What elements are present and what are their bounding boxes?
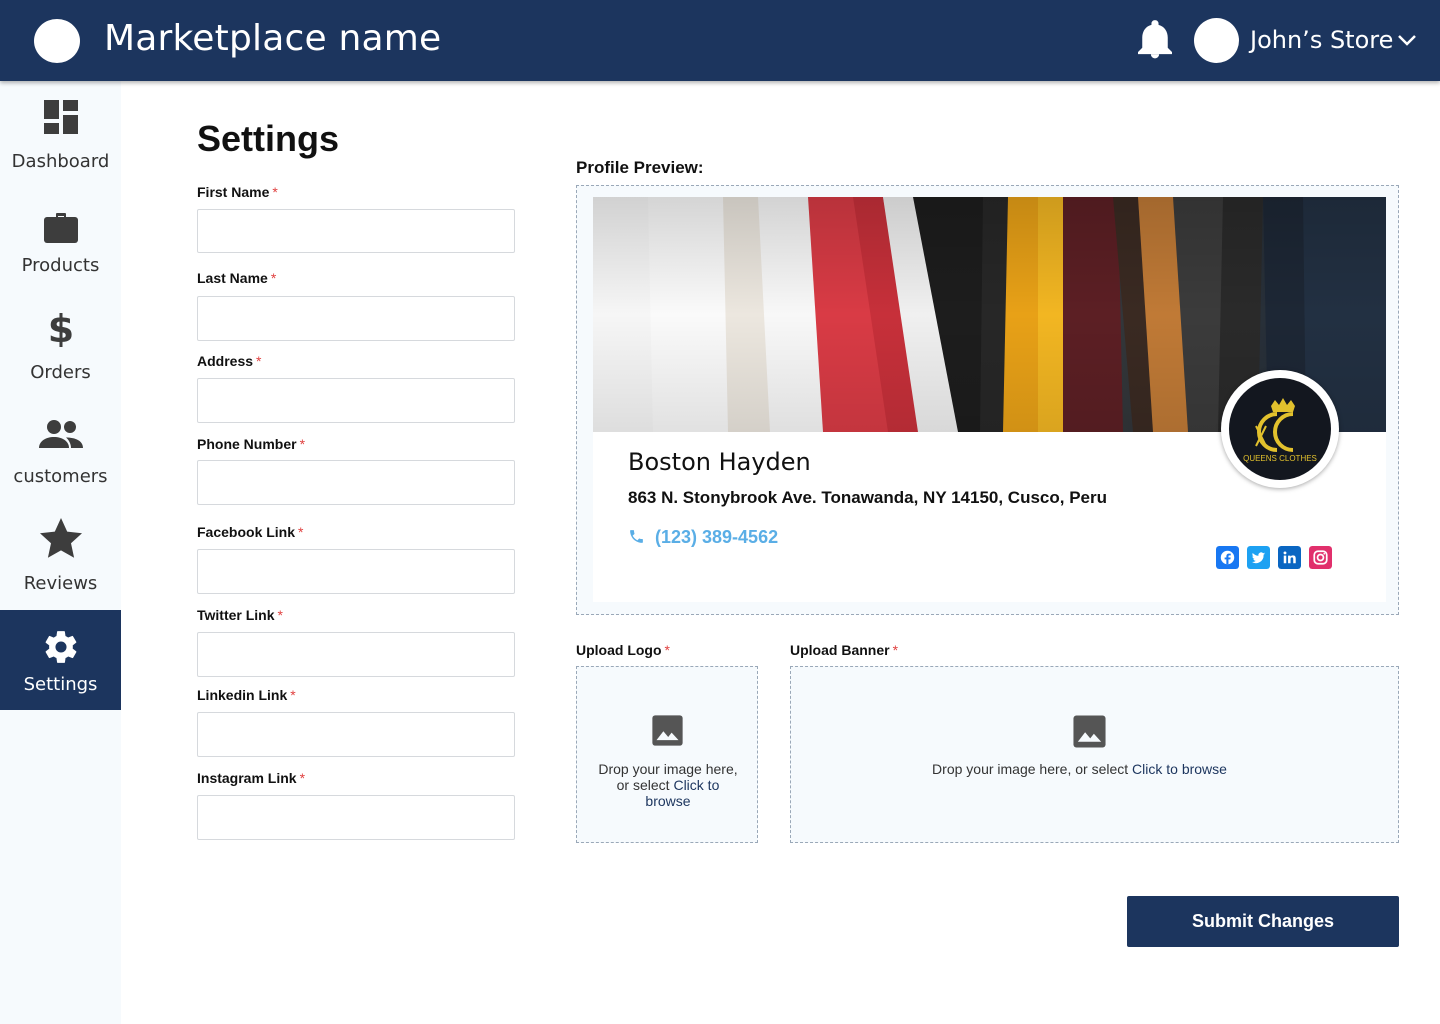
profile-name: Boston Hayden <box>628 448 811 476</box>
first-name-label: First Name * <box>197 184 278 200</box>
sidebar-item-orders[interactable]: $ Orders <box>0 309 121 389</box>
facebook-icon[interactable] <box>1216 546 1239 569</box>
profile-address: 863 N. Stonybrook Ave. Tonawanda, NY 141… <box>628 488 1107 507</box>
sidebar-item-reviews[interactable]: Reviews <box>0 517 121 597</box>
linkedin-link-input[interactable] <box>197 712 515 757</box>
twitter-icon[interactable] <box>1247 546 1270 569</box>
required-marker: * <box>664 642 670 658</box>
top-bar: Marketplace name John’s Store <box>0 0 1440 81</box>
svg-text:$: $ <box>47 309 73 347</box>
store-logo-text: QUEENS CLOTHES <box>1243 454 1317 463</box>
phone-label: Phone Number * <box>197 436 306 452</box>
sidebar-item-customers[interactable]: customers <box>0 419 121 499</box>
upload-banner-text: Drop your image here, or select Click to… <box>932 761 1227 777</box>
browse-link[interactable]: Click to browse <box>1132 761 1227 777</box>
profile-preview-label: Profile Preview: <box>576 158 704 177</box>
twitter-label: Twitter Link * <box>197 607 283 623</box>
sidebar-item-settings[interactable]: Settings <box>0 610 121 710</box>
phone-icon <box>630 530 643 543</box>
upload-logo-label: Upload Logo * <box>576 642 670 658</box>
upload-logo-text: Drop your image here, or select Click to… <box>598 761 738 809</box>
sidebar-item-dashboard[interactable]: Dashboard <box>0 99 121 181</box>
linkedin-icon[interactable] <box>1278 546 1301 569</box>
user-store-name[interactable]: John’s Store <box>1250 26 1393 54</box>
gear-icon <box>45 631 76 663</box>
crown-logo-icon <box>1255 398 1295 452</box>
required-marker: * <box>272 184 278 200</box>
linkedin-label: Linkedin Link * <box>197 687 296 703</box>
image-icon <box>1073 715 1106 748</box>
required-marker: * <box>299 436 306 452</box>
submit-changes-button[interactable]: Submit Changes <box>1127 896 1399 947</box>
sidebar-item-label: Orders <box>30 362 91 383</box>
required-marker: * <box>256 353 262 369</box>
brand-logo[interactable] <box>34 19 80 63</box>
profile-phone: (123) 389-4562 <box>655 527 779 547</box>
star-icon <box>39 518 82 558</box>
page-title: Settings <box>197 118 340 159</box>
instagram-link-input[interactable] <box>197 795 515 840</box>
instagram-label: Instagram Link * <box>197 770 306 786</box>
user-avatar[interactable] <box>1194 18 1239 63</box>
facebook-label: Facebook Link * <box>197 524 304 540</box>
last-name-label: Last Name * <box>197 270 277 286</box>
store-logo-image: QUEENS CLOTHES <box>1229 378 1331 480</box>
people-icon <box>38 420 83 448</box>
required-marker: * <box>298 524 304 540</box>
sidebar-item-label: customers <box>13 466 108 487</box>
sidebar-item-label: Settings <box>23 674 98 695</box>
upload-logo-dropzone[interactable]: Drop your image here, or select Click to… <box>576 666 758 843</box>
image-icon <box>652 715 683 746</box>
briefcase-icon <box>43 213 78 243</box>
dashboard-icon <box>43 100 78 134</box>
profile-card: QUEENS CLOTHES Boston Hayden 863 N. Ston… <box>593 197 1386 602</box>
instagram-icon[interactable] <box>1309 546 1332 569</box>
profile-preview: QUEENS CLOTHES Boston Hayden 863 N. Ston… <box>576 185 1399 615</box>
brand-name[interactable]: Marketplace name <box>104 18 441 59</box>
upload-banner-label: Upload Banner * <box>790 642 899 658</box>
address-label: Address * <box>197 353 262 369</box>
sidebar-item-products[interactable]: Products <box>0 211 121 291</box>
upload-banner-dropzone[interactable]: Drop your image here, or select Click to… <box>790 666 1399 843</box>
sidebar-item-label: Products <box>21 255 100 276</box>
address-input[interactable] <box>197 378 515 423</box>
required-marker: * <box>290 687 296 703</box>
sidebar-item-label: Reviews <box>23 573 98 594</box>
last-name-input[interactable] <box>197 296 515 341</box>
facebook-link-input[interactable] <box>197 549 515 594</box>
store-logo: QUEENS CLOTHES <box>1221 370 1339 488</box>
chevron-down-icon[interactable] <box>1396 30 1418 50</box>
required-marker: * <box>270 270 277 286</box>
sidebar-item-label: Dashboard <box>11 151 110 172</box>
twitter-link-input[interactable] <box>197 632 515 677</box>
required-marker: * <box>277 607 283 623</box>
required-marker: * <box>892 642 899 658</box>
notification-bell-icon[interactable] <box>1138 20 1172 60</box>
phone-input[interactable] <box>197 460 515 505</box>
dollar-icon: $ <box>47 309 73 347</box>
sidebar: Dashboard Products $ Orders customers Re… <box>0 81 121 1024</box>
first-name-input[interactable] <box>197 209 515 253</box>
required-marker: * <box>299 770 306 786</box>
